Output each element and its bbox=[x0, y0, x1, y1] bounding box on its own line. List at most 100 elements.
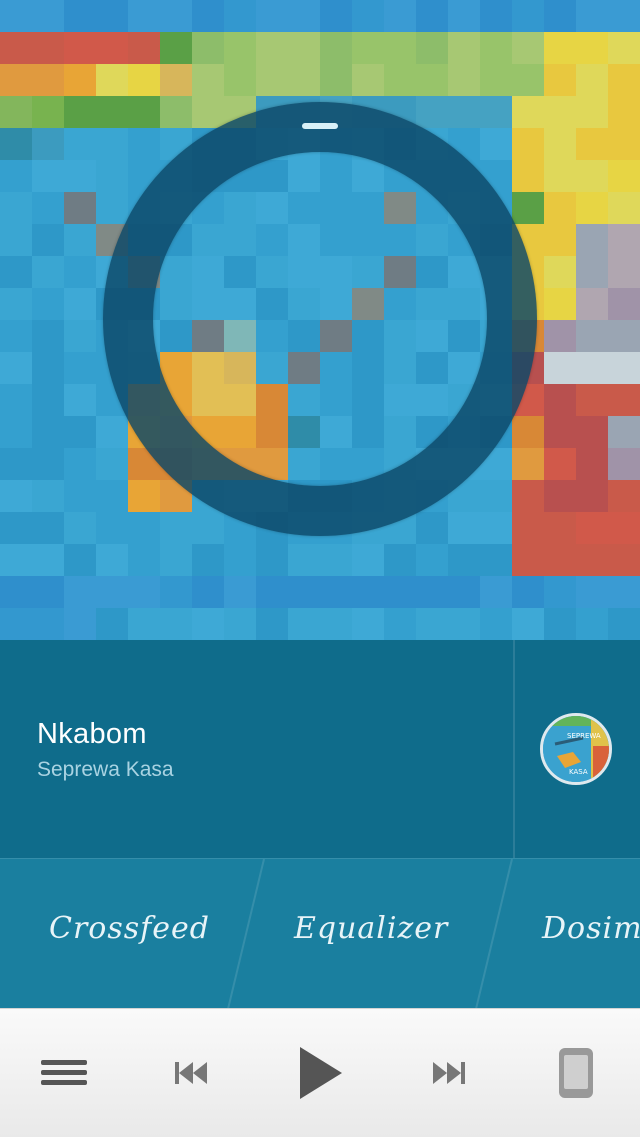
art-pixel bbox=[32, 320, 64, 352]
art-pixel bbox=[320, 64, 352, 96]
art-pixel bbox=[0, 512, 32, 544]
art-pixel bbox=[32, 512, 64, 544]
art-pixel bbox=[416, 576, 448, 608]
previous-button[interactable] bbox=[148, 1009, 236, 1137]
next-track-icon bbox=[433, 1062, 465, 1084]
art-pixel bbox=[608, 448, 640, 480]
art-pixel bbox=[96, 608, 128, 640]
art-pixel bbox=[384, 0, 416, 32]
art-pixel bbox=[96, 32, 128, 64]
art-pixel bbox=[192, 96, 224, 128]
art-pixel bbox=[64, 224, 96, 256]
art-pixel bbox=[512, 448, 544, 480]
art-pixel bbox=[160, 512, 192, 544]
art-pixel bbox=[480, 576, 512, 608]
art-pixel bbox=[352, 64, 384, 96]
art-pixel bbox=[576, 544, 608, 576]
art-pixel bbox=[544, 384, 576, 416]
track-info[interactable]: Nkabom Seprewa Kasa bbox=[0, 640, 513, 858]
art-pixel bbox=[224, 576, 256, 608]
art-pixel bbox=[32, 608, 64, 640]
device-button[interactable] bbox=[532, 1009, 620, 1137]
art-pixel bbox=[576, 384, 608, 416]
art-pixel bbox=[320, 576, 352, 608]
art-pixel bbox=[128, 544, 160, 576]
art-pixel bbox=[0, 32, 32, 64]
art-pixel bbox=[544, 0, 576, 32]
play-button[interactable] bbox=[276, 1009, 364, 1137]
art-pixel bbox=[480, 512, 512, 544]
art-pixel bbox=[512, 160, 544, 192]
art-pixel bbox=[0, 576, 32, 608]
art-pixel bbox=[32, 448, 64, 480]
art-pixel bbox=[64, 128, 96, 160]
art-pixel bbox=[128, 608, 160, 640]
art-pixel bbox=[544, 608, 576, 640]
art-pixel bbox=[576, 608, 608, 640]
art-pixel bbox=[96, 192, 128, 224]
art-pixel bbox=[320, 608, 352, 640]
art-pixel bbox=[320, 544, 352, 576]
art-pixel bbox=[384, 544, 416, 576]
art-pixel bbox=[192, 512, 224, 544]
art-pixel bbox=[480, 32, 512, 64]
art-pixel bbox=[64, 512, 96, 544]
art-pixel bbox=[0, 256, 32, 288]
art-pixel bbox=[32, 192, 64, 224]
art-pixel bbox=[512, 128, 544, 160]
menu-button[interactable] bbox=[20, 1009, 108, 1137]
art-pixel bbox=[608, 320, 640, 352]
art-pixel bbox=[160, 96, 192, 128]
art-pixel bbox=[512, 96, 544, 128]
device-icon bbox=[559, 1048, 593, 1098]
art-pixel bbox=[96, 544, 128, 576]
art-pixel bbox=[480, 128, 512, 160]
art-pixel bbox=[32, 576, 64, 608]
art-pixel bbox=[416, 64, 448, 96]
track-title: Nkabom bbox=[37, 718, 147, 750]
art-pixel bbox=[288, 576, 320, 608]
art-pixel bbox=[544, 256, 576, 288]
art-pixel bbox=[64, 96, 96, 128]
art-pixel bbox=[608, 128, 640, 160]
art-pixel bbox=[416, 544, 448, 576]
art-pixel bbox=[544, 320, 576, 352]
art-pixel bbox=[416, 0, 448, 32]
art-pixel bbox=[288, 608, 320, 640]
feature-equalizer[interactable]: Equalizer bbox=[294, 911, 448, 946]
art-pixel bbox=[64, 576, 96, 608]
art-pixel bbox=[576, 512, 608, 544]
art-pixel bbox=[64, 0, 96, 32]
next-button[interactable] bbox=[404, 1009, 492, 1137]
art-pixel bbox=[544, 448, 576, 480]
art-pixel bbox=[448, 0, 480, 32]
art-pixel bbox=[608, 32, 640, 64]
ring-handle[interactable] bbox=[302, 123, 338, 129]
art-pixel bbox=[32, 0, 64, 32]
art-pixel bbox=[352, 576, 384, 608]
art-pixel bbox=[128, 64, 160, 96]
art-pixel bbox=[96, 448, 128, 480]
playback-ring[interactable] bbox=[103, 102, 537, 536]
art-pixel bbox=[384, 576, 416, 608]
art-pixel bbox=[352, 608, 384, 640]
art-pixel bbox=[192, 64, 224, 96]
feature-dosimeter[interactable]: Dosimeter bbox=[542, 911, 640, 946]
art-pixel bbox=[224, 64, 256, 96]
art-pixel bbox=[544, 96, 576, 128]
album-thumbnail[interactable]: SEPREWA KASA bbox=[540, 713, 612, 785]
art-pixel bbox=[64, 160, 96, 192]
art-pixel bbox=[64, 384, 96, 416]
art-pixel bbox=[544, 576, 576, 608]
art-pixel bbox=[96, 512, 128, 544]
art-pixel bbox=[608, 192, 640, 224]
art-pixel bbox=[0, 160, 32, 192]
art-pixel bbox=[128, 0, 160, 32]
art-pixel bbox=[480, 480, 512, 512]
art-pixel bbox=[576, 128, 608, 160]
art-pixel bbox=[416, 32, 448, 64]
feature-crossfeed[interactable]: Crossfeed bbox=[49, 911, 210, 946]
art-pixel bbox=[576, 480, 608, 512]
previous-track-icon bbox=[175, 1062, 207, 1084]
player-toolbar bbox=[0, 1008, 640, 1137]
